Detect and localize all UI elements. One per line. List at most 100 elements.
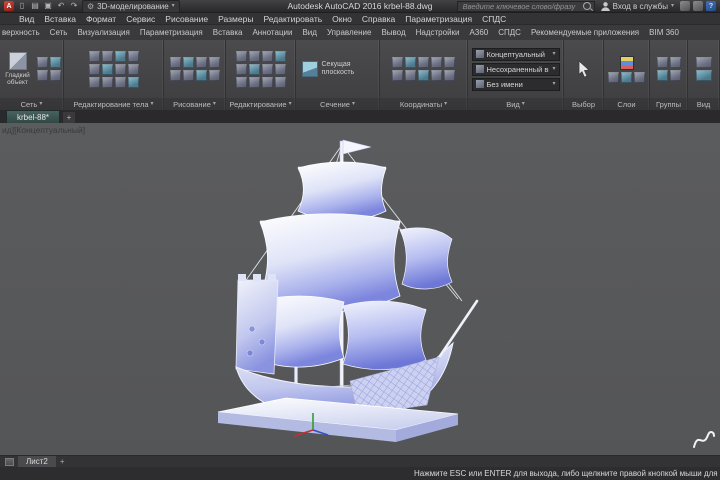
ribbon-tool-icon[interactable]: [431, 70, 442, 81]
ribbon-tool-icon[interactable]: [274, 63, 286, 75]
tab-parametric[interactable]: Параметризация: [135, 26, 208, 40]
ribbon-tool-icon[interactable]: [656, 57, 668, 68]
viewport-controls[interactable]: ид][Концептуальный]: [2, 125, 85, 135]
ribbon-tool-icon[interactable]: [444, 70, 455, 81]
ribbon-tool-icon[interactable]: [169, 70, 181, 81]
panel-label-view[interactable]: Вид ▾: [468, 98, 563, 110]
menu-parametric[interactable]: Параметризация: [400, 14, 477, 24]
viewport-icon[interactable]: [695, 70, 712, 81]
panel-label-section[interactable]: Сечение ▾: [296, 98, 379, 110]
ribbon-tool-icon[interactable]: [101, 63, 113, 75]
ribbon-tool-icon[interactable]: [182, 70, 194, 81]
panel-label-coordinates[interactable]: Координаты ▾: [380, 98, 467, 110]
ribbon-tool-icon[interactable]: [235, 63, 247, 75]
tab-featured-apps[interactable]: Рекомендуемые приложения: [526, 26, 644, 40]
ribbon-tool-icon[interactable]: [127, 63, 139, 75]
save-file-icon[interactable]: ▣: [43, 1, 53, 11]
tab-insert[interactable]: Вставка: [208, 26, 248, 40]
help-icon[interactable]: ?: [706, 1, 716, 11]
tab-visualize[interactable]: Визуализация: [72, 26, 134, 40]
ribbon-tool-icon[interactable]: [248, 76, 260, 88]
ribbon-tool-icon[interactable]: [88, 76, 100, 88]
menu-dimensions[interactable]: Размеры: [213, 14, 258, 24]
panel-label-draw[interactable]: Рисование ▾: [164, 98, 225, 110]
ribbon-tool-icon[interactable]: [101, 50, 113, 62]
ribbon-tool-icon[interactable]: [101, 76, 113, 88]
ribbon-tool-icon[interactable]: [261, 50, 273, 62]
ribbon-tool-icon[interactable]: [114, 63, 126, 75]
smooth-object-button[interactable]: Гладкий объект: [2, 51, 33, 86]
tab-spds[interactable]: СПДС: [493, 26, 526, 40]
panel-label-solid-editing[interactable]: Редактирование тела ▾: [64, 98, 163, 110]
tab-view[interactable]: Вид: [297, 26, 321, 40]
undo-icon[interactable]: ↶: [56, 1, 66, 11]
ribbon-tool-icon[interactable]: [621, 71, 632, 83]
tab-output[interactable]: Вывод: [376, 26, 410, 40]
ribbon-tool-icon[interactable]: [50, 57, 61, 68]
signin-button[interactable]: Вход в службы ▾: [598, 1, 677, 11]
layers-icon[interactable]: [619, 55, 634, 70]
search-input[interactable]: [460, 0, 580, 12]
ribbon-tool-icon[interactable]: [208, 70, 220, 81]
workspace-selector[interactable]: ⚙ 3D-моделирование ▾: [82, 0, 180, 13]
panel-label-mesh[interactable]: Сеть ▾: [0, 98, 63, 110]
tab-mesh[interactable]: Сеть: [45, 26, 73, 40]
ribbon-tool-icon[interactable]: [127, 76, 139, 88]
ribbon-tool-icon[interactable]: [656, 70, 668, 81]
ribbon-tool-icon[interactable]: [114, 76, 126, 88]
panel-label-layers[interactable]: Слои: [604, 98, 649, 110]
new-file-icon[interactable]: ▯: [17, 1, 27, 11]
ribbon-tool-icon[interactable]: [248, 50, 260, 62]
viewport[interactable]: ид][Концептуальный]: [0, 123, 720, 455]
ribbon-tool-icon[interactable]: [274, 76, 286, 88]
viewport-icon[interactable]: [695, 57, 712, 68]
ribbon-tool-icon[interactable]: [235, 76, 247, 88]
ribbon-tool-icon[interactable]: [392, 70, 403, 81]
ribbon-tool-icon[interactable]: [669, 70, 681, 81]
ribbon-tool-icon[interactable]: [127, 50, 139, 62]
ribbon-tool-icon[interactable]: [182, 57, 194, 68]
ribbon-tool-icon[interactable]: [88, 63, 100, 75]
ribbon-tool-icon[interactable]: [418, 70, 429, 81]
redo-icon[interactable]: ↷: [69, 1, 79, 11]
new-drawing-tab-button[interactable]: +: [62, 111, 77, 123]
file-tab-active[interactable]: krbel-88*: [6, 110, 61, 123]
menu-view[interactable]: Вид: [14, 14, 39, 24]
menu-modify[interactable]: Редактировать: [258, 14, 327, 24]
ribbon-tool-icon[interactable]: [669, 57, 681, 68]
menu-insert[interactable]: Вставка: [39, 14, 81, 24]
new-layout-button[interactable]: +: [60, 457, 65, 466]
ribbon-tool-icon[interactable]: [195, 70, 207, 81]
ribbon-tool-icon[interactable]: [37, 57, 48, 68]
ribbon-tool-icon[interactable]: [274, 50, 286, 62]
ribbon-tool-icon[interactable]: [444, 57, 455, 68]
ribbon-tool-icon[interactable]: [208, 57, 220, 68]
ribbon-tool-icon[interactable]: [261, 76, 273, 88]
tab-manage[interactable]: Управление: [322, 26, 376, 40]
open-file-icon[interactable]: ▤: [30, 1, 40, 11]
ribbon-tool-icon[interactable]: [235, 50, 247, 62]
layout-tab-active[interactable]: Лист2: [18, 456, 56, 467]
panel-label-view-right[interactable]: Вид: [688, 98, 719, 110]
ribbon-tool-icon[interactable]: [50, 70, 61, 81]
menu-draw[interactable]: Рисование: [160, 14, 213, 24]
ribbon-tool-icon[interactable]: [37, 70, 48, 81]
model-tab-icon[interactable]: [5, 457, 14, 466]
cursor-icon[interactable]: [577, 60, 591, 78]
named-view-select[interactable]: Несохраненный вид ▾: [471, 62, 560, 76]
menu-tools[interactable]: Сервис: [121, 14, 160, 24]
tab-addins[interactable]: Надстройки: [411, 26, 465, 40]
tab-bim360[interactable]: BIM 360: [644, 26, 684, 40]
menu-window[interactable]: Окно: [327, 14, 357, 24]
ribbon-tool-icon[interactable]: [261, 63, 273, 75]
autocad-logo-icon[interactable]: A: [4, 1, 14, 11]
ribbon-tool-icon[interactable]: [392, 57, 403, 68]
ribbon-tool-icon[interactable]: [114, 50, 126, 62]
panel-label-selection[interactable]: Выбор: [564, 98, 603, 110]
viewport-config-select[interactable]: Без имени ▾: [471, 77, 560, 91]
menu-format[interactable]: Формат: [81, 14, 121, 24]
ribbon-tool-icon[interactable]: [248, 63, 260, 75]
ribbon-tool-icon[interactable]: [405, 70, 416, 81]
visual-style-select[interactable]: Концептуальный ▾: [471, 47, 560, 61]
tab-a360[interactable]: A360: [465, 26, 494, 40]
